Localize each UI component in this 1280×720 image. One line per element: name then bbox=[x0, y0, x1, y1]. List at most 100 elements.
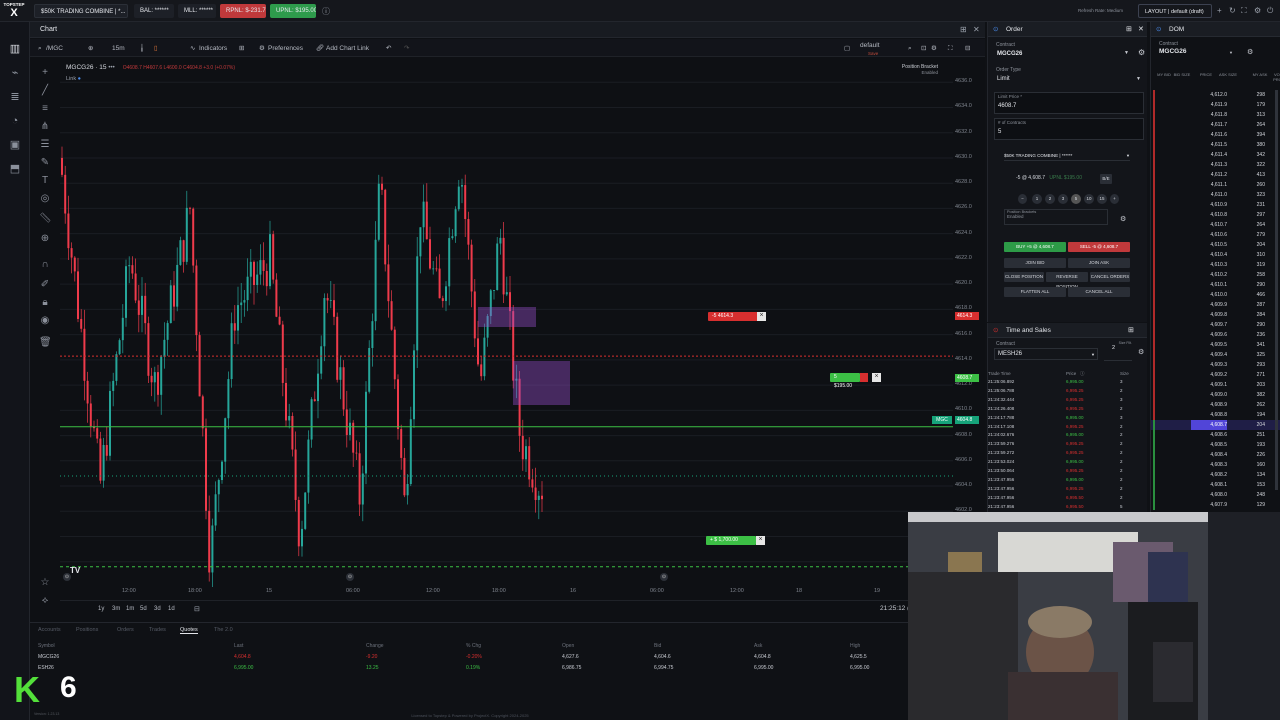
chart-icon[interactable]: ▥ bbox=[8, 42, 22, 56]
qty-button-3[interactable]: 3 bbox=[1058, 194, 1068, 204]
dom-price[interactable]: 4,610.6 bbox=[1191, 230, 1227, 240]
tradingview-logo-icon[interactable]: TV bbox=[70, 566, 80, 575]
ts-size-filter[interactable]: Size Filt. 2 bbox=[1104, 341, 1132, 361]
dom-row[interactable]: 4,609.4 325 bbox=[1151, 350, 1280, 360]
legend-more-icon[interactable]: ••• bbox=[108, 65, 114, 71]
dom-row[interactable]: 4,610.3 319 bbox=[1151, 260, 1280, 270]
dom-price[interactable]: 4,610.1 bbox=[1191, 280, 1227, 290]
dom-col-price[interactable]: PRICE bbox=[1197, 72, 1215, 77]
ts-price-info-icon[interactable]: ⓘ bbox=[1080, 371, 1085, 377]
snapshot-icon[interactable]: ⊟ bbox=[965, 43, 970, 54]
dom-row[interactable]: 4,608.4 226 bbox=[1151, 450, 1280, 460]
qty-button-5[interactable]: 5 bbox=[1071, 194, 1081, 204]
dom-col-vol-pro-[interactable]: VOL PRO. bbox=[1269, 72, 1280, 82]
topstep-logo[interactable]: TOPSTEP X bbox=[3, 2, 25, 20]
chart-link-label[interactable]: Link ● bbox=[66, 76, 81, 82]
position-bracket-label[interactable]: Position Bracket Enabled bbox=[892, 64, 938, 75]
dom-col-ask-size[interactable]: ASK SIZE bbox=[1219, 72, 1237, 77]
dom-row[interactable]: 4,607.9 129 bbox=[1151, 500, 1280, 510]
dom-row[interactable]: 4,611.1 260 bbox=[1151, 180, 1280, 190]
ruler-icon[interactable]: 📏︎ bbox=[39, 213, 52, 225]
dom-row[interactable]: 4,611.2 413 bbox=[1151, 170, 1280, 180]
eye-icon[interactable]: ◉ bbox=[39, 315, 51, 327]
dom-row[interactable]: 4,610.6 279 bbox=[1151, 230, 1280, 240]
price-chart[interactable] bbox=[60, 57, 953, 587]
qty-button-2[interactable]: 2 bbox=[1045, 194, 1055, 204]
ts-col-size[interactable]: Size bbox=[1120, 371, 1129, 376]
range-button-3m[interactable]: 3m bbox=[112, 606, 120, 612]
gear-icon[interactable]: ⚙ bbox=[1254, 6, 1261, 15]
dom-row[interactable]: 4,610.0 466 bbox=[1151, 290, 1280, 300]
tab-positions[interactable]: Positions bbox=[76, 627, 98, 633]
dom-icon[interactable]: ≣ bbox=[8, 90, 22, 104]
ts-col-trade-time[interactable]: Trade Time bbox=[988, 371, 1011, 376]
order-account-selector[interactable]: $50K TRADING COMBINE | ****** ▼ bbox=[1004, 150, 1130, 161]
dom-price[interactable]: 4,611.4 bbox=[1191, 150, 1227, 160]
compare-icon[interactable]: ⊕ bbox=[88, 43, 93, 54]
lock-drawing-icon[interactable]: ✐ bbox=[39, 279, 51, 291]
quotes-col-last[interactable]: Last bbox=[234, 643, 243, 649]
dom-price[interactable]: 4,608.0 bbox=[1191, 490, 1227, 500]
dom-price[interactable]: 4,609.4 bbox=[1191, 350, 1227, 360]
position-close-icon[interactable]: × bbox=[872, 373, 881, 382]
dom-col-my-bid[interactable]: MY BID bbox=[1155, 72, 1173, 77]
fullscreen-icon[interactable]: ⛶ bbox=[1241, 6, 1247, 16]
fullscreen-chart-icon[interactable]: ⛶ bbox=[948, 43, 953, 54]
dom-price[interactable]: 4,608.8 bbox=[1191, 410, 1227, 420]
redo-icon[interactable]: ↷ bbox=[404, 43, 409, 54]
range-button-1y[interactable]: 1y bbox=[98, 606, 104, 612]
layout-box-icon[interactable]: ▢ bbox=[844, 43, 850, 54]
crosshair-icon[interactable]: + bbox=[39, 67, 51, 79]
dom-price[interactable]: 4,611.8 bbox=[1191, 110, 1227, 120]
dom-row[interactable]: 4,610.2 258 bbox=[1151, 270, 1280, 280]
camera-icon[interactable]: ⊡ bbox=[921, 43, 926, 54]
search-icon[interactable]: ⌕ bbox=[908, 43, 912, 54]
event-marker-2[interactable]: ⊙ bbox=[346, 573, 354, 581]
dom-price[interactable]: 4,609.1 bbox=[1191, 380, 1227, 390]
price-axis[interactable]: 4636.0 4634.0 4632.0 4630.0 4628.0 4626.0 4624… bbox=[953, 57, 985, 587]
bracket-settings-gear-icon[interactable]: ⚙ bbox=[1120, 215, 1126, 223]
range-button-1d[interactable]: 1d bbox=[168, 606, 175, 612]
bar-style-icon[interactable]: ╽ bbox=[140, 43, 144, 54]
stop-order-tag[interactable]: -5 4614.3 bbox=[708, 312, 758, 321]
indicators-button[interactable]: Indicators bbox=[199, 43, 227, 54]
analytics-icon[interactable]: ◔ bbox=[8, 114, 22, 128]
dom-price[interactable]: 4,608.5 bbox=[1191, 440, 1227, 450]
event-marker-3[interactable]: ⊙ bbox=[660, 573, 668, 581]
cancel-all-button[interactable]: CANCEL ALL bbox=[1068, 287, 1130, 297]
tv-icon[interactable]: ▣ bbox=[8, 138, 22, 152]
preferences-icon[interactable]: ⚙ bbox=[259, 43, 265, 54]
position-tag[interactable]: 5 $195.00 bbox=[830, 373, 860, 389]
quotes-col-change[interactable]: Change bbox=[366, 643, 384, 649]
contracts-field[interactable]: # of Contracts 5 bbox=[994, 118, 1144, 140]
symbol-search-icon[interactable]: ⌕ bbox=[38, 43, 42, 54]
dom-row[interactable]: 4,612.0 298 bbox=[1151, 90, 1280, 100]
layout-selector[interactable]: LAYOUT | default (draft) bbox=[1138, 4, 1212, 18]
dom-row[interactable]: 4,608.9 262 bbox=[1151, 400, 1280, 410]
indicators-icon[interactable]: ∿ bbox=[190, 43, 195, 54]
qty-increase-button[interactable]: + bbox=[1110, 194, 1119, 204]
dom-row[interactable]: 4,611.4 342 bbox=[1151, 150, 1280, 160]
buy-button[interactable]: BUY +5 @ 4,608.7 bbox=[1004, 242, 1066, 252]
order-close-icon[interactable]: ✕ bbox=[1138, 22, 1144, 37]
dom-row[interactable]: 4,608.8 194 bbox=[1151, 410, 1280, 420]
position-brackets-select[interactable]: Position Brackets Enabled bbox=[1004, 209, 1108, 225]
dom-price[interactable]: 4,610.2 bbox=[1191, 270, 1227, 280]
logout-icon[interactable]: ⏻ bbox=[1267, 6, 1273, 16]
dom-price[interactable]: 4,608.2 bbox=[1191, 470, 1227, 480]
news-icon[interactable]: ⬒ bbox=[8, 162, 22, 176]
dom-price[interactable]: 4,610.3 bbox=[1191, 260, 1227, 270]
refresh-icon[interactable]: ↻ bbox=[1229, 6, 1236, 15]
link-icon[interactable]: 🔗︎ bbox=[316, 43, 324, 54]
interval-selector[interactable]: 15m bbox=[112, 43, 125, 54]
lock-icon[interactable]: 🔒︎ bbox=[39, 297, 51, 309]
brush-icon[interactable]: ✎ bbox=[39, 157, 51, 169]
quotes-col--chg[interactable]: % Chg bbox=[466, 643, 481, 649]
limit-price-field[interactable]: Limit Price * 4608.7 bbox=[994, 92, 1144, 114]
cancel-orders-button[interactable]: CANCEL ORDERS bbox=[1090, 272, 1130, 282]
info-icon[interactable]: ⓘ bbox=[322, 6, 330, 17]
tab-quotes[interactable]: Quotes bbox=[180, 627, 198, 634]
order-type-chevron-icon[interactable]: ▼ bbox=[1136, 76, 1141, 82]
dom-scrollbar[interactable] bbox=[1275, 90, 1278, 490]
qty-button-10[interactable]: 10 bbox=[1084, 194, 1094, 204]
